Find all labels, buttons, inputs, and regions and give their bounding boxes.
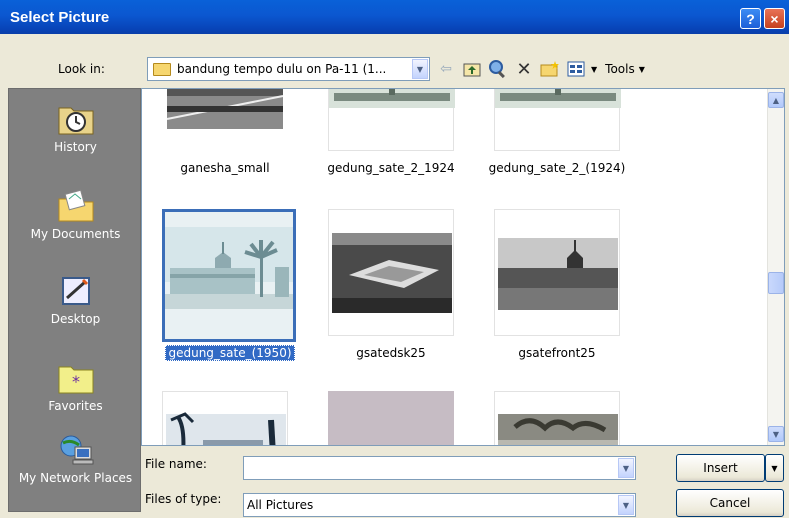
file-thumbnail[interactable]: [494, 391, 620, 445]
file-name[interactable]: gedung_sate_2_1924: [311, 161, 471, 175]
file-thumbnail-gsatedsk25[interactable]: [328, 209, 454, 336]
file-thumbnail-gsatefront25[interactable]: [494, 209, 620, 336]
file-thumbnail-gedung-sate-1950[interactable]: [162, 209, 296, 342]
back-icon[interactable]: ⇦: [435, 58, 457, 80]
file-thumbnail-gedung-sate-2-1924-b[interactable]: [494, 89, 621, 151]
up-folder-icon[interactable]: [461, 58, 483, 80]
help-button[interactable]: ?: [740, 8, 761, 29]
insert-dropdown-icon[interactable]: ▼: [765, 454, 784, 482]
file-thumbnail[interactable]: [328, 391, 454, 445]
look-in-dropdown[interactable]: bandung tempo dulu on Pa-11 (1... ▼: [147, 57, 430, 81]
file-name[interactable]: gsatedsk25: [311, 346, 471, 360]
scroll-up-icon[interactable]: ▲: [768, 92, 784, 108]
place-label: History: [54, 140, 97, 154]
my-documents-icon: [57, 189, 95, 223]
close-button[interactable]: ×: [764, 8, 785, 29]
chevron-down-icon[interactable]: ▼: [618, 495, 634, 515]
file-name-selected[interactable]: gedung_sate_(1950): [150, 345, 310, 361]
file-thumbnail[interactable]: [162, 391, 288, 445]
cancel-button[interactable]: Cancel: [676, 489, 784, 517]
place-history[interactable]: History: [9, 102, 142, 154]
file-name-label: File name:: [145, 457, 207, 471]
file-name[interactable]: gedung_sate_2_(1924): [477, 161, 637, 175]
file-thumbnail-ganesha-small[interactable]: [162, 89, 288, 151]
look-in-value: bandung tempo dulu on Pa-11 (1...: [177, 62, 387, 76]
place-label: Favorites: [48, 399, 103, 413]
place-desktop[interactable]: Desktop: [9, 274, 142, 326]
views-dropdown-icon[interactable]: ▼: [591, 65, 597, 74]
insert-button[interactable]: Insert: [676, 454, 765, 482]
new-folder-icon[interactable]: [539, 58, 561, 80]
place-label: My Documents: [30, 227, 121, 241]
file-list-view[interactable]: ganesha_small gedung_sate_2_1924 gedung_…: [141, 88, 785, 446]
place-label: Desktop: [50, 312, 101, 326]
search-web-icon[interactable]: [487, 58, 509, 80]
chevron-down-icon[interactable]: ▼: [412, 59, 428, 79]
history-icon: [57, 102, 95, 136]
file-type-value: All Pictures: [247, 498, 314, 512]
views-icon[interactable]: [565, 58, 587, 80]
place-favorites[interactable]: * Favorites: [9, 361, 142, 413]
network-places-icon: [57, 433, 95, 467]
desktop-icon: [57, 274, 95, 308]
chevron-down-icon[interactable]: ▼: [618, 458, 634, 478]
tools-menu[interactable]: Tools: [605, 62, 635, 76]
svg-text:*: *: [72, 372, 80, 391]
place-label: My Network Places: [18, 471, 133, 485]
window-title: Select Picture: [10, 8, 110, 26]
file-type-label: Files of type:: [145, 492, 222, 506]
look-in-label: Look in:: [58, 62, 105, 76]
favorites-icon: *: [57, 361, 95, 395]
file-name-input[interactable]: ▼: [243, 456, 636, 480]
title-bar: Select Picture ? ×: [0, 0, 789, 34]
place-my-documents[interactable]: My Documents: [9, 189, 142, 241]
toolbar: ⇦ ✕ ▼ Tools ▼: [435, 57, 645, 81]
scroll-down-icon[interactable]: ▼: [768, 426, 784, 442]
places-bar: History My Documents Desktop * Favorites…: [8, 88, 141, 512]
file-thumbnail-gedung-sate-2-1924[interactable]: [328, 89, 455, 151]
scroll-thumb[interactable]: [768, 272, 784, 294]
vertical-scrollbar[interactable]: ▲ ▼: [767, 89, 784, 445]
file-type-dropdown[interactable]: All Pictures ▼: [243, 493, 636, 517]
place-my-network[interactable]: My Network Places: [9, 433, 142, 485]
file-name[interactable]: ganesha_small: [145, 161, 305, 175]
file-name[interactable]: gsatefront25: [477, 346, 637, 360]
folder-icon: [153, 62, 171, 76]
delete-icon[interactable]: ✕: [513, 58, 535, 80]
tools-dropdown-icon[interactable]: ▼: [639, 65, 645, 74]
